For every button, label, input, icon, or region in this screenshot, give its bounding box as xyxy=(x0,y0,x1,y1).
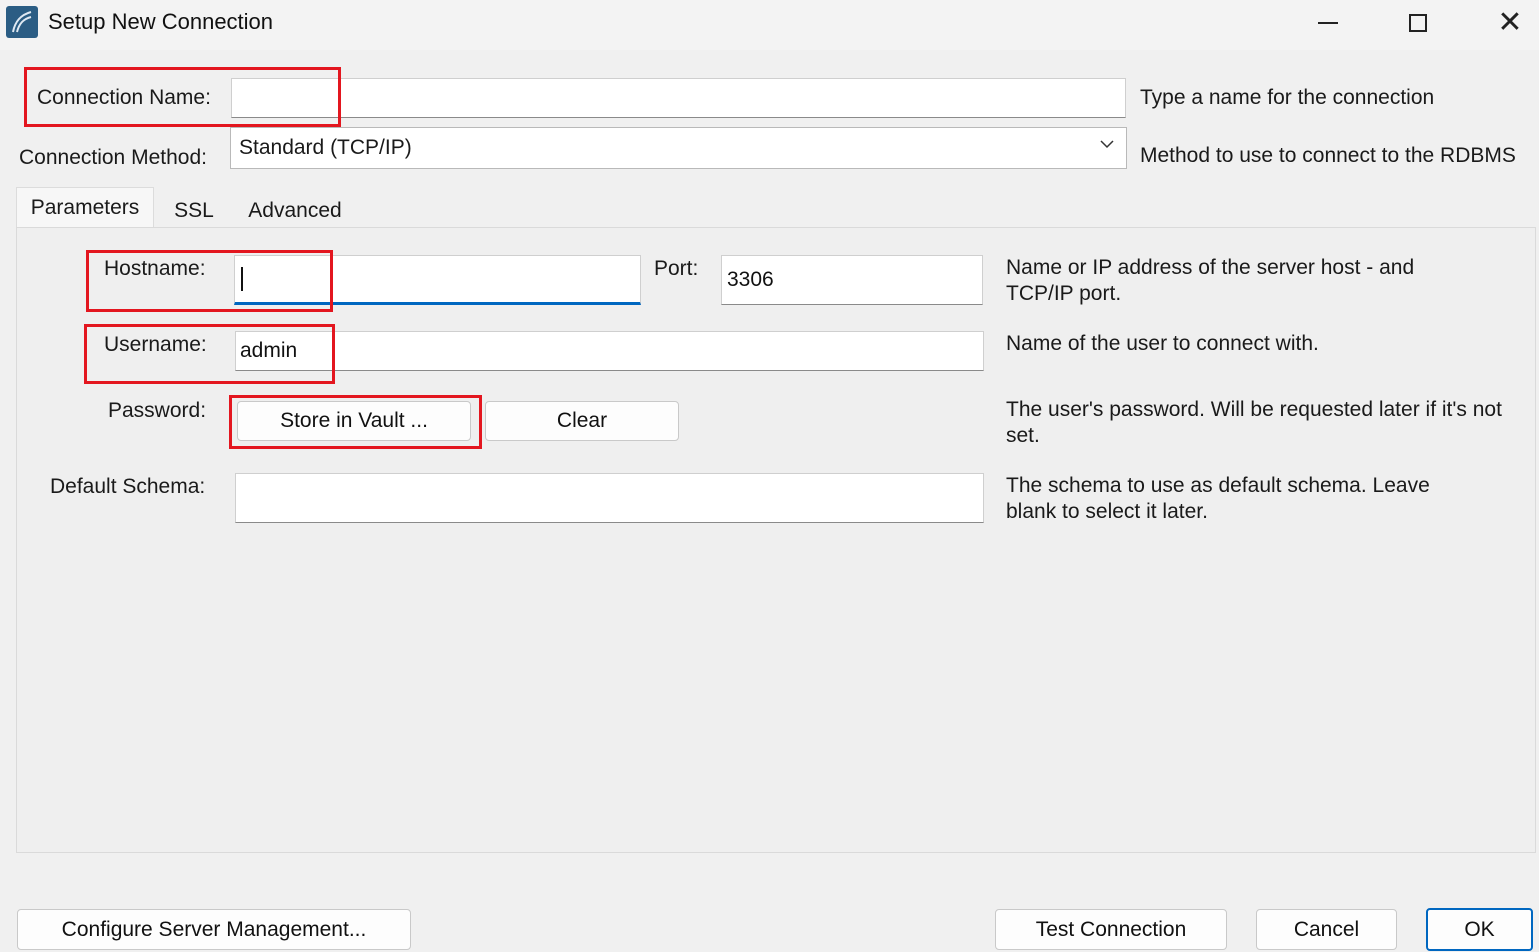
username-hint: Name of the user to connect with. xyxy=(1006,332,1319,355)
default-schema-label: Default Schema: xyxy=(50,475,206,498)
connection-method-value: Standard (TCP/IP) xyxy=(239,136,412,159)
chevron-down-icon xyxy=(1100,140,1114,149)
username-label: Username: xyxy=(104,333,207,356)
clear-password-button[interactable]: Clear xyxy=(485,401,679,441)
tab-label: Advanced xyxy=(248,199,342,222)
parameters-panel xyxy=(16,227,1536,853)
minimize-button[interactable] xyxy=(1282,0,1374,46)
mysql-workbench-icon xyxy=(6,6,38,38)
port-label: Port: xyxy=(654,257,699,280)
connection-name-hint: Type a name for the connection xyxy=(1140,86,1435,109)
test-connection-button[interactable]: Test Connection xyxy=(995,909,1227,950)
connection-method-hint: Method to use to connect to the RDBMS xyxy=(1140,144,1516,167)
default-schema-input[interactable] xyxy=(235,473,984,523)
connection-name-input[interactable] xyxy=(231,78,1126,118)
tab-label: Parameters xyxy=(30,195,140,219)
password-label: Password: xyxy=(108,399,207,422)
text-caret xyxy=(241,267,243,291)
maximize-icon xyxy=(1409,14,1427,32)
connection-method-label: Connection Method: xyxy=(19,146,207,169)
connection-name-label: Connection Name: xyxy=(37,86,211,109)
tab-ssl[interactable]: SSL xyxy=(154,191,234,231)
tab-parameters[interactable]: Parameters xyxy=(16,187,154,227)
close-button[interactable]: ✕ xyxy=(1464,0,1539,46)
port-input[interactable]: 3306 xyxy=(721,255,983,305)
hostname-hint: Name or IP address of the server host - … xyxy=(1006,256,1415,305)
tab-label: SSL xyxy=(174,199,214,222)
hostname-input[interactable] xyxy=(234,255,641,305)
username-input[interactable]: admin xyxy=(235,331,984,371)
connection-method-select[interactable]: Standard (TCP/IP) xyxy=(230,127,1127,169)
password-hint: The user's password. Will be requested l… xyxy=(1006,398,1502,447)
maximize-button[interactable] xyxy=(1372,0,1464,46)
configure-server-management-button[interactable]: Configure Server Management... xyxy=(17,909,411,950)
minimize-icon xyxy=(1318,22,1338,24)
window-title: Setup New Connection xyxy=(48,9,274,34)
store-in-vault-button[interactable]: Store in Vault ... xyxy=(237,401,471,441)
close-icon: ✕ xyxy=(1497,5,1523,40)
tab-advanced[interactable]: Advanced xyxy=(236,191,354,231)
ok-button[interactable]: OK xyxy=(1426,908,1533,951)
default-schema-hint: The schema to use as default schema. Lea… xyxy=(1006,474,1430,523)
hostname-label: Hostname: xyxy=(104,257,206,280)
cancel-button[interactable]: Cancel xyxy=(1256,909,1397,950)
